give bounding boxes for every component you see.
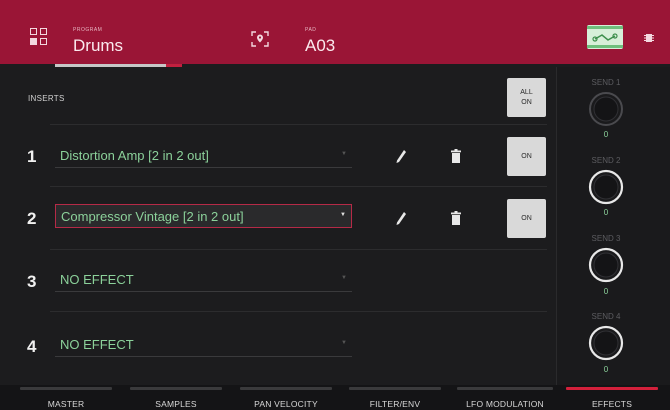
tab-master[interactable]: MASTER bbox=[20, 385, 112, 410]
send-1-knob[interactable] bbox=[588, 91, 624, 127]
tab-label: PAN VELOCITY bbox=[254, 399, 318, 409]
insert-effect-select-1[interactable]: Distortion Amp [2 in 2 out] ▼ bbox=[55, 144, 352, 168]
trash-icon[interactable] bbox=[450, 211, 462, 225]
send-label: SEND 1 bbox=[591, 78, 621, 87]
send-4-knob[interactable] bbox=[588, 325, 624, 361]
program-underline bbox=[55, 64, 166, 67]
insert-on-button-1[interactable]: ON bbox=[507, 137, 546, 176]
chip-icon[interactable] bbox=[643, 31, 655, 43]
send-label: SEND 2 bbox=[591, 156, 621, 165]
tab-label: LFO MODULATION bbox=[466, 399, 544, 409]
pad-selector[interactable]: A03 bbox=[305, 36, 335, 56]
tab-label: FILTER/ENV bbox=[369, 399, 421, 409]
insert-slot-number: 1 bbox=[27, 147, 37, 166]
program-label: PROGRAM bbox=[73, 27, 103, 33]
tab-indicator bbox=[566, 387, 658, 390]
edit-icon[interactable] bbox=[394, 210, 408, 226]
program-underline-accent bbox=[166, 64, 182, 67]
insert-effect-select-4[interactable]: NO EFFECT ▼ bbox=[55, 333, 352, 357]
tab-indicator bbox=[130, 387, 222, 390]
row-divider bbox=[50, 311, 547, 312]
send-value: 0 bbox=[603, 130, 609, 139]
insert-effect-name: NO EFFECT bbox=[60, 272, 134, 287]
insert-slot-number: 2 bbox=[27, 209, 37, 228]
send-2-knob[interactable] bbox=[588, 169, 624, 205]
tab-filter-env[interactable]: FILTER/ENV bbox=[349, 385, 441, 410]
insert-effect-select-3[interactable]: NO EFFECT ▼ bbox=[55, 268, 352, 292]
edit-icon[interactable] bbox=[394, 148, 408, 164]
grid-icon[interactable] bbox=[30, 28, 48, 46]
trash-icon[interactable] bbox=[450, 149, 462, 163]
tab-label: SAMPLES bbox=[155, 399, 197, 409]
send-value: 0 bbox=[603, 208, 609, 217]
tab-pan-velocity[interactable]: PAN VELOCITY bbox=[240, 385, 332, 410]
bottom-tab-bar: MASTER SAMPLES PAN VELOCITY FILTER/ENV L… bbox=[0, 385, 670, 410]
tab-samples[interactable]: SAMPLES bbox=[130, 385, 222, 410]
all-on-label-line1: ALL bbox=[520, 89, 533, 97]
send-label: SEND 3 bbox=[591, 234, 621, 243]
row-divider bbox=[50, 124, 547, 125]
tab-indicator bbox=[349, 387, 441, 390]
tab-lfo-modulation[interactable]: LFO MODULATION bbox=[457, 385, 553, 410]
dropdown-caret-icon: ▼ bbox=[341, 151, 347, 157]
send-3-knob[interactable] bbox=[588, 247, 624, 283]
routing-icon[interactable] bbox=[587, 25, 623, 49]
row-divider bbox=[50, 186, 547, 187]
insert-effect-select-2[interactable]: Compressor Vintage [2 in 2 out] ▼ bbox=[55, 204, 352, 228]
send-label: SEND 4 bbox=[591, 312, 621, 321]
insert-effect-name: Distortion Amp [2 in 2 out] bbox=[60, 148, 209, 163]
tab-indicator bbox=[20, 387, 112, 390]
insert-on-button-2[interactable]: ON bbox=[507, 199, 546, 238]
all-on-label-line2: ON bbox=[521, 98, 532, 106]
dropdown-caret-icon: ▼ bbox=[341, 275, 347, 281]
send-value: 0 bbox=[603, 287, 609, 296]
dropdown-caret-icon: ▼ bbox=[340, 212, 346, 218]
tab-label: MASTER bbox=[47, 399, 85, 409]
insert-effect-name: Compressor Vintage [2 in 2 out] bbox=[61, 209, 244, 224]
send-value: 0 bbox=[603, 365, 609, 374]
program-selector[interactable]: Drums bbox=[73, 36, 123, 56]
pad-label: PAD bbox=[305, 27, 317, 33]
tab-label: EFFECTS bbox=[591, 399, 633, 409]
dropdown-caret-icon: ▼ bbox=[341, 340, 347, 346]
tab-indicator bbox=[240, 387, 332, 390]
tab-indicator bbox=[457, 387, 553, 390]
inserts-title: INSERTS bbox=[28, 94, 65, 103]
insert-effect-name: NO EFFECT bbox=[60, 337, 134, 352]
all-on-button[interactable]: ALL ON bbox=[507, 78, 546, 117]
tab-effects[interactable]: EFFECTS bbox=[566, 385, 658, 410]
insert-slot-number: 3 bbox=[27, 272, 37, 291]
row-divider bbox=[50, 249, 547, 250]
pad-location-icon[interactable] bbox=[251, 31, 269, 47]
insert-slot-number: 4 bbox=[27, 337, 37, 356]
